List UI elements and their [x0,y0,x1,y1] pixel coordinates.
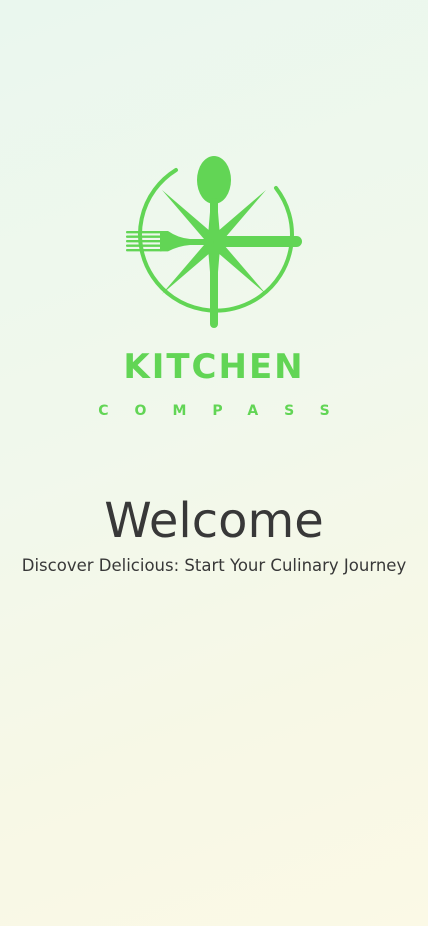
brand-name: KITCHEN [123,347,305,387]
compass-cutlery-icon [126,156,302,328]
brand-subtitle: COMPASS [98,403,356,419]
welcome-title: Welcome [104,493,324,549]
splash-screen: KITCHEN COMPASS Welcome Discover Delicio… [0,0,428,926]
welcome-tagline: Discover Delicious: Start Your Culinary … [21,556,407,575]
app-logo: KITCHEN COMPASS [0,0,428,430]
